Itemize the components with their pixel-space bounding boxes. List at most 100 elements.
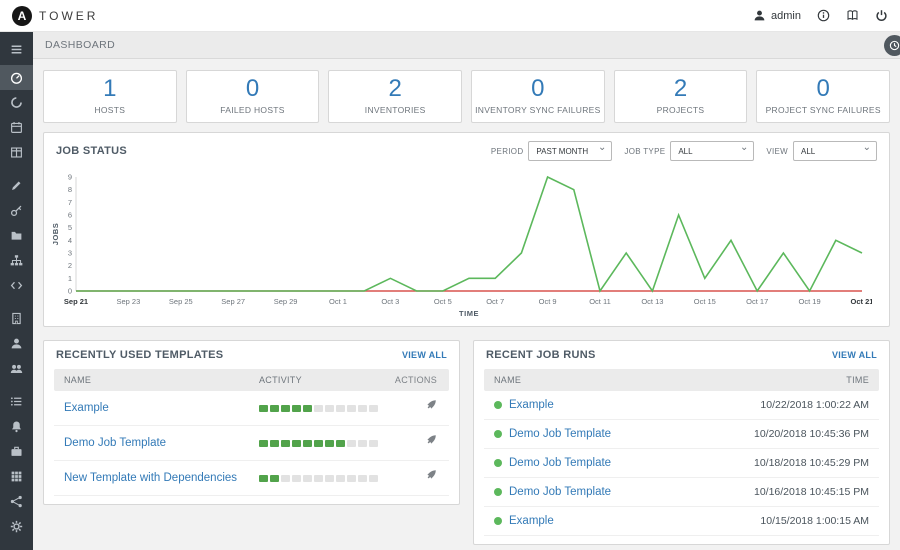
activity-stream-button[interactable] bbox=[884, 35, 900, 56]
stat-label: PROJECT SYNC FAILURES bbox=[765, 105, 881, 115]
table-row: Demo Job Template bbox=[54, 426, 449, 461]
job-time: 10/15/2018 1:00:15 AM bbox=[760, 515, 869, 527]
ansible-logo: A bbox=[12, 5, 32, 26]
sidebar-item-users[interactable] bbox=[0, 331, 33, 356]
stat-card-projects[interactable]: 2 PROJECTS bbox=[613, 70, 748, 123]
svg-text:3: 3 bbox=[68, 249, 72, 258]
template-activity-sparkline bbox=[259, 404, 387, 412]
svg-text:JOBS: JOBS bbox=[51, 223, 60, 245]
brand-name: TOWER bbox=[39, 8, 99, 23]
sidebar-item-portal-mode[interactable] bbox=[0, 140, 33, 165]
stat-label: FAILED HOSTS bbox=[220, 105, 285, 115]
svg-text:Oct 9: Oct 9 bbox=[539, 297, 557, 306]
launch-rocket-icon[interactable] bbox=[424, 434, 437, 447]
about-button[interactable] bbox=[817, 9, 830, 22]
job-type-select[interactable]: ALL bbox=[670, 141, 755, 161]
bottom-panels: RECENTLY USED TEMPLATES VIEW ALL NAME AC… bbox=[33, 327, 900, 550]
sidebar-toggle-button[interactable] bbox=[0, 35, 33, 63]
sidebar-item-templates[interactable] bbox=[0, 173, 33, 198]
book-icon bbox=[847, 10, 858, 21]
top-bar: A TOWER admin bbox=[0, 0, 900, 32]
sidebar-item-schedules[interactable] bbox=[0, 115, 33, 140]
templates-view-all-link[interactable]: VIEW ALL bbox=[402, 350, 447, 360]
current-user-menu[interactable]: admin bbox=[753, 9, 801, 22]
template-activity-sparkline bbox=[259, 439, 387, 447]
stat-card-hosts[interactable]: 1 HOSTS bbox=[43, 70, 177, 123]
sidebar-item-inventories[interactable] bbox=[0, 248, 33, 273]
sidebar-item-projects[interactable] bbox=[0, 223, 33, 248]
recent-job-runs-panel: RECENT JOB RUNS VIEW ALL NAME TIME Examp… bbox=[473, 340, 890, 545]
template-name-link[interactable]: Demo Job Template bbox=[64, 437, 259, 449]
job-name-link[interactable]: Demo Job Template bbox=[509, 428, 611, 440]
docs-button[interactable] bbox=[846, 9, 859, 22]
job-name-link[interactable]: Demo Job Template bbox=[509, 457, 611, 469]
stat-card-inventories[interactable]: 2 INVENTORIES bbox=[328, 70, 463, 123]
template-actions bbox=[387, 434, 439, 452]
sidebar-item-jobs[interactable] bbox=[0, 90, 33, 115]
sidebar-item-applications[interactable] bbox=[0, 489, 33, 514]
svg-text:Sep 21: Sep 21 bbox=[64, 297, 88, 306]
job-time: 10/22/2018 1:00:22 AM bbox=[760, 399, 869, 411]
job-name-link[interactable]: Example bbox=[509, 515, 554, 527]
folder-icon bbox=[11, 231, 22, 240]
filter-job-type: JOB TYPE ALL bbox=[624, 141, 755, 161]
sidebar-item-instance-groups[interactable] bbox=[0, 464, 33, 489]
filter-period: PERIOD PAST MONTH bbox=[491, 141, 613, 161]
svg-text:Oct 21: Oct 21 bbox=[851, 297, 872, 306]
sidebar-item-organizations[interactable] bbox=[0, 306, 33, 331]
jobs-view-all-link[interactable]: VIEW ALL bbox=[832, 350, 877, 360]
sidebar-item-dashboard[interactable] bbox=[0, 65, 33, 90]
sidebar-item-settings[interactable] bbox=[0, 514, 33, 539]
sidebar-item-management-jobs[interactable] bbox=[0, 439, 33, 464]
svg-text:6: 6 bbox=[68, 211, 72, 220]
sidebar-item-credential-types[interactable] bbox=[0, 389, 33, 414]
stat-label: HOSTS bbox=[94, 105, 126, 115]
dashboard-icon bbox=[10, 72, 23, 84]
svg-text:5: 5 bbox=[68, 223, 72, 232]
topbar-actions: admin bbox=[753, 9, 888, 22]
sidebar-item-notifications[interactable] bbox=[0, 414, 33, 439]
menu-icon bbox=[11, 45, 22, 53]
job-status-filters: PERIOD PAST MONTH JOB TYPE ALL VIEW ALL bbox=[491, 141, 877, 161]
sidebar-item-teams[interactable] bbox=[0, 356, 33, 381]
svg-text:Oct 13: Oct 13 bbox=[641, 297, 663, 306]
svg-text:Sep 25: Sep 25 bbox=[169, 297, 193, 306]
briefcase-icon bbox=[11, 446, 22, 456]
col-name: NAME bbox=[64, 375, 92, 385]
job-name-link[interactable]: Example bbox=[509, 399, 554, 411]
sidebar-item-credentials[interactable] bbox=[0, 198, 33, 223]
stat-value: 0 bbox=[816, 75, 830, 102]
stat-value: 2 bbox=[388, 75, 402, 102]
col-activity: ACTIVITY bbox=[259, 375, 302, 385]
filter-job-type-label: JOB TYPE bbox=[624, 146, 666, 156]
svg-text:Sep 27: Sep 27 bbox=[221, 297, 245, 306]
launch-rocket-icon[interactable] bbox=[424, 469, 437, 482]
job-status-header: JOB STATUS PERIOD PAST MONTH JOB TYPE AL… bbox=[44, 133, 889, 169]
table-row: Demo Job Template 10/18/2018 10:45:29 PM bbox=[484, 449, 879, 478]
svg-text:7: 7 bbox=[68, 198, 72, 207]
activity-stream-icon bbox=[889, 40, 900, 51]
power-icon bbox=[876, 10, 887, 21]
job-name-link[interactable]: Demo Job Template bbox=[509, 486, 611, 498]
main-content: DASHBOARD 1 HOSTS 0 FAILED HOSTS 2 INVEN… bbox=[33, 0, 900, 550]
gear-icon bbox=[10, 520, 23, 533]
template-activity-sparkline bbox=[259, 474, 387, 482]
stat-card-project-sync-failures[interactable]: 0 PROJECT SYNC FAILURES bbox=[756, 70, 891, 123]
launch-rocket-icon[interactable] bbox=[424, 399, 437, 412]
recent-job-runs-title: RECENT JOB RUNS bbox=[486, 349, 596, 361]
recent-templates-title: RECENTLY USED TEMPLATES bbox=[56, 349, 224, 361]
breadcrumb: DASHBOARD bbox=[33, 32, 900, 59]
template-name-link[interactable]: New Template with Dependencies bbox=[64, 472, 259, 484]
stat-card-failed-hosts[interactable]: 0 FAILED HOSTS bbox=[185, 70, 320, 123]
period-select[interactable]: PAST MONTH bbox=[528, 141, 613, 161]
view-select[interactable]: ALL bbox=[793, 141, 877, 161]
job-status-line-chart: 0 1 2 3 4 5 6 7 8 9 Sep 21 Sep 23 Sep 25 Sep 27 Sep 29… bbox=[51, 173, 873, 319]
svg-text:Oct 7: Oct 7 bbox=[486, 297, 504, 306]
logout-button[interactable] bbox=[875, 9, 888, 22]
code-icon bbox=[10, 281, 23, 290]
key-icon bbox=[10, 205, 22, 217]
sidebar-item-inventory-scripts[interactable] bbox=[0, 273, 33, 298]
job-status-title: JOB STATUS bbox=[56, 145, 128, 157]
stat-card-inventory-sync-failures[interactable]: 0 INVENTORY SYNC FAILURES bbox=[471, 70, 605, 123]
template-name-link[interactable]: Example bbox=[64, 402, 259, 414]
